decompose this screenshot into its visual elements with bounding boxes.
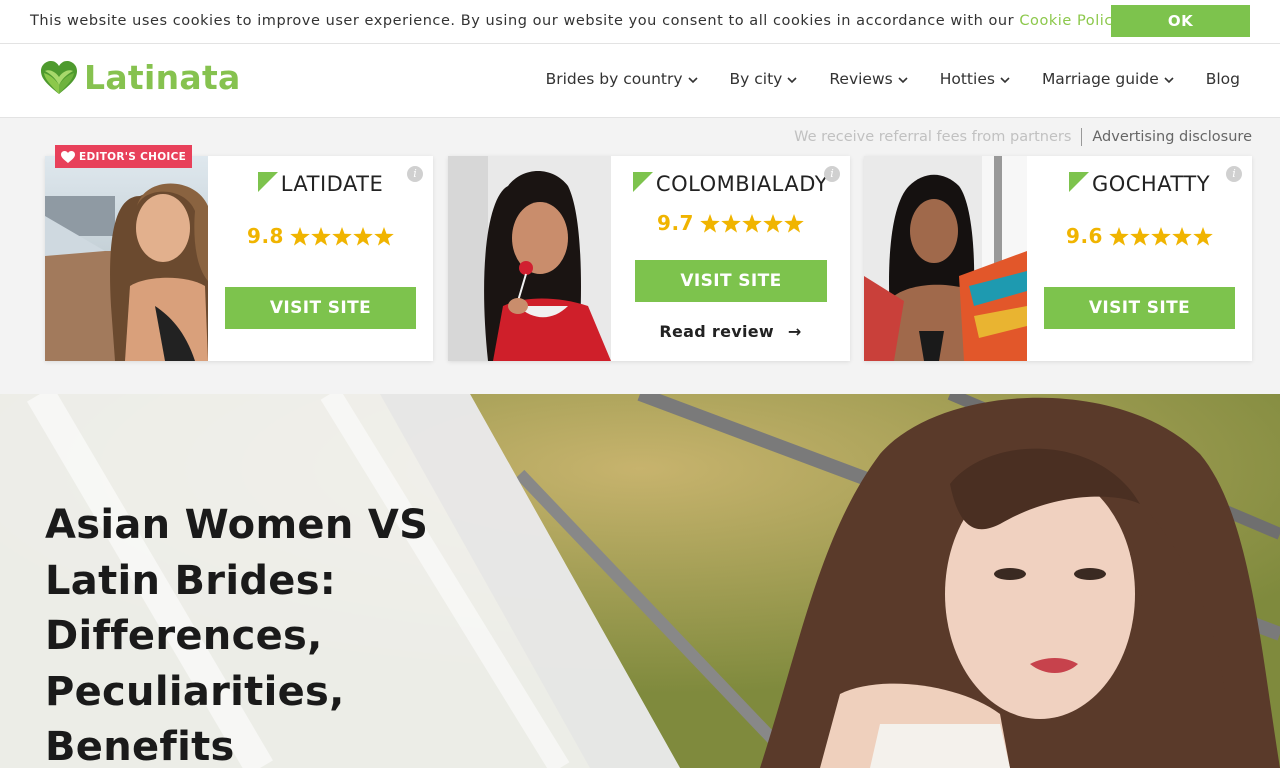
brand-name: GOCHATTY — [1091, 172, 1211, 196]
star-icon — [763, 213, 783, 233]
partner-photo — [864, 156, 1027, 361]
rating-score: 9.7 — [657, 211, 694, 235]
advertising-disclosure-link[interactable]: Advertising disclosure — [1092, 129, 1252, 145]
site-header: Latinata Brides by country By city Revie… — [0, 44, 1280, 118]
rating: 9.8 — [208, 224, 433, 248]
star-icon — [374, 226, 394, 246]
partner-card-latidate: LATIDATE i 9.8 VISIT SITE — [45, 156, 433, 361]
star-rating — [1109, 226, 1213, 246]
star-icon — [1151, 226, 1171, 246]
star-icon — [700, 213, 720, 233]
partner-photo — [448, 156, 611, 361]
main-nav: Brides by country By city Reviews Hottie… — [546, 70, 1240, 88]
nav-label: Blog — [1205, 70, 1240, 88]
star-icon — [290, 226, 310, 246]
star-icon — [332, 226, 352, 246]
nav-blog[interactable]: Blog — [1206, 70, 1240, 88]
chevron-down-icon — [898, 77, 908, 84]
info-icon[interactable]: i — [1226, 166, 1242, 182]
star-rating — [290, 226, 394, 246]
star-icon — [742, 213, 762, 233]
star-icon — [311, 226, 331, 246]
flag-icon — [632, 172, 653, 192]
referral-text: We receive referral fees from partners — [794, 129, 1072, 145]
flag-icon — [1068, 172, 1089, 192]
nav-label: Hotties — [939, 70, 995, 88]
chevron-down-icon — [687, 77, 698, 84]
hero-section: Asian Women VS Latin Brides: Differences… — [0, 394, 1280, 768]
star-icon — [784, 213, 804, 233]
logo-text: Latinata — [84, 58, 241, 97]
editors-choice-badge: EDITOR'S CHOICE — [55, 145, 193, 168]
badge-label: EDITOR'S CHOICE — [79, 150, 187, 163]
partner-card-colombialady: COLOMBIALADY i 9.7 VISIT SITE Read revie… — [448, 156, 850, 361]
star-icon — [1109, 226, 1129, 246]
rating-score: 9.6 — [1066, 224, 1103, 248]
nav-label: Marriage guide — [1041, 70, 1159, 88]
nav-label: Reviews — [829, 70, 893, 88]
nav-by-city[interactable]: By city — [730, 70, 799, 88]
rating-score: 9.8 — [247, 224, 284, 248]
photo-woman-colorful-top — [864, 156, 1027, 361]
brand: LATIDATE — [208, 172, 433, 196]
card-body: COLOMBIALADY i 9.7 VISIT SITE Read revie… — [611, 156, 850, 361]
star-icon — [1130, 226, 1150, 246]
star-icon — [1172, 226, 1192, 246]
cookie-text: This website uses cookies to improve use… — [30, 13, 1015, 29]
info-icon[interactable]: i — [407, 166, 423, 182]
nav-label: Brides by country — [545, 70, 683, 88]
photo-woman-balcony — [45, 156, 208, 361]
card-body: GOCHATTY i 9.6 VISIT SITE — [1027, 156, 1252, 361]
info-icon[interactable]: i — [824, 166, 840, 182]
photo-woman-lollipop — [448, 156, 611, 361]
star-icon — [721, 213, 741, 233]
partner-card-gochatty: GOCHATTY i 9.6 VISIT SITE — [864, 156, 1252, 361]
chevron-down-icon — [1000, 77, 1010, 84]
hero-title: Asian Women VS Latin Brides: Differences… — [45, 502, 429, 768]
brand: GOCHATTY — [1027, 172, 1252, 196]
visit-site-button[interactable]: VISIT SITE — [1044, 287, 1235, 329]
arrow-right-icon: → — [787, 322, 802, 341]
cookie-message: This website uses cookies to improve use… — [30, 13, 1122, 29]
heart-icon — [61, 150, 75, 163]
flag-icon — [257, 172, 278, 192]
chevron-down-icon — [1164, 77, 1174, 84]
cookie-ok-button[interactable]: OK — [1111, 5, 1250, 37]
nav-label: By city — [729, 70, 783, 88]
brand: COLOMBIALADY — [611, 172, 850, 196]
visit-site-button[interactable]: VISIT SITE — [635, 260, 827, 302]
logo[interactable]: Latinata — [40, 58, 241, 97]
cookie-banner: This website uses cookies to improve use… — [0, 0, 1280, 44]
brand-name: LATIDATE — [280, 172, 384, 196]
chevron-down-icon — [787, 77, 797, 84]
nav-brides-by-country[interactable]: Brides by country — [546, 70, 699, 88]
divider — [1081, 128, 1083, 146]
referral-notice: We receive referral fees from partners A… — [794, 128, 1252, 146]
nav-hotties[interactable]: Hotties — [940, 70, 1011, 88]
heart-logo-icon — [41, 60, 77, 94]
nav-reviews[interactable]: Reviews — [829, 70, 908, 88]
star-rating — [700, 213, 804, 233]
nav-marriage-guide[interactable]: Marriage guide — [1042, 70, 1175, 88]
brand-name: COLOMBIALADY — [655, 172, 829, 196]
read-review-link[interactable]: Read review → — [611, 322, 850, 341]
partner-photo — [45, 156, 208, 361]
rating: 9.6 — [1027, 224, 1252, 248]
star-icon — [353, 226, 373, 246]
read-review-label: Read review — [659, 322, 774, 341]
star-icon — [1193, 226, 1213, 246]
cookie-policy-link[interactable]: Cookie Policy — [1019, 13, 1122, 29]
card-body: LATIDATE i 9.8 VISIT SITE — [208, 156, 433, 361]
visit-site-button[interactable]: VISIT SITE — [225, 287, 416, 329]
rating: 9.7 — [611, 211, 850, 235]
